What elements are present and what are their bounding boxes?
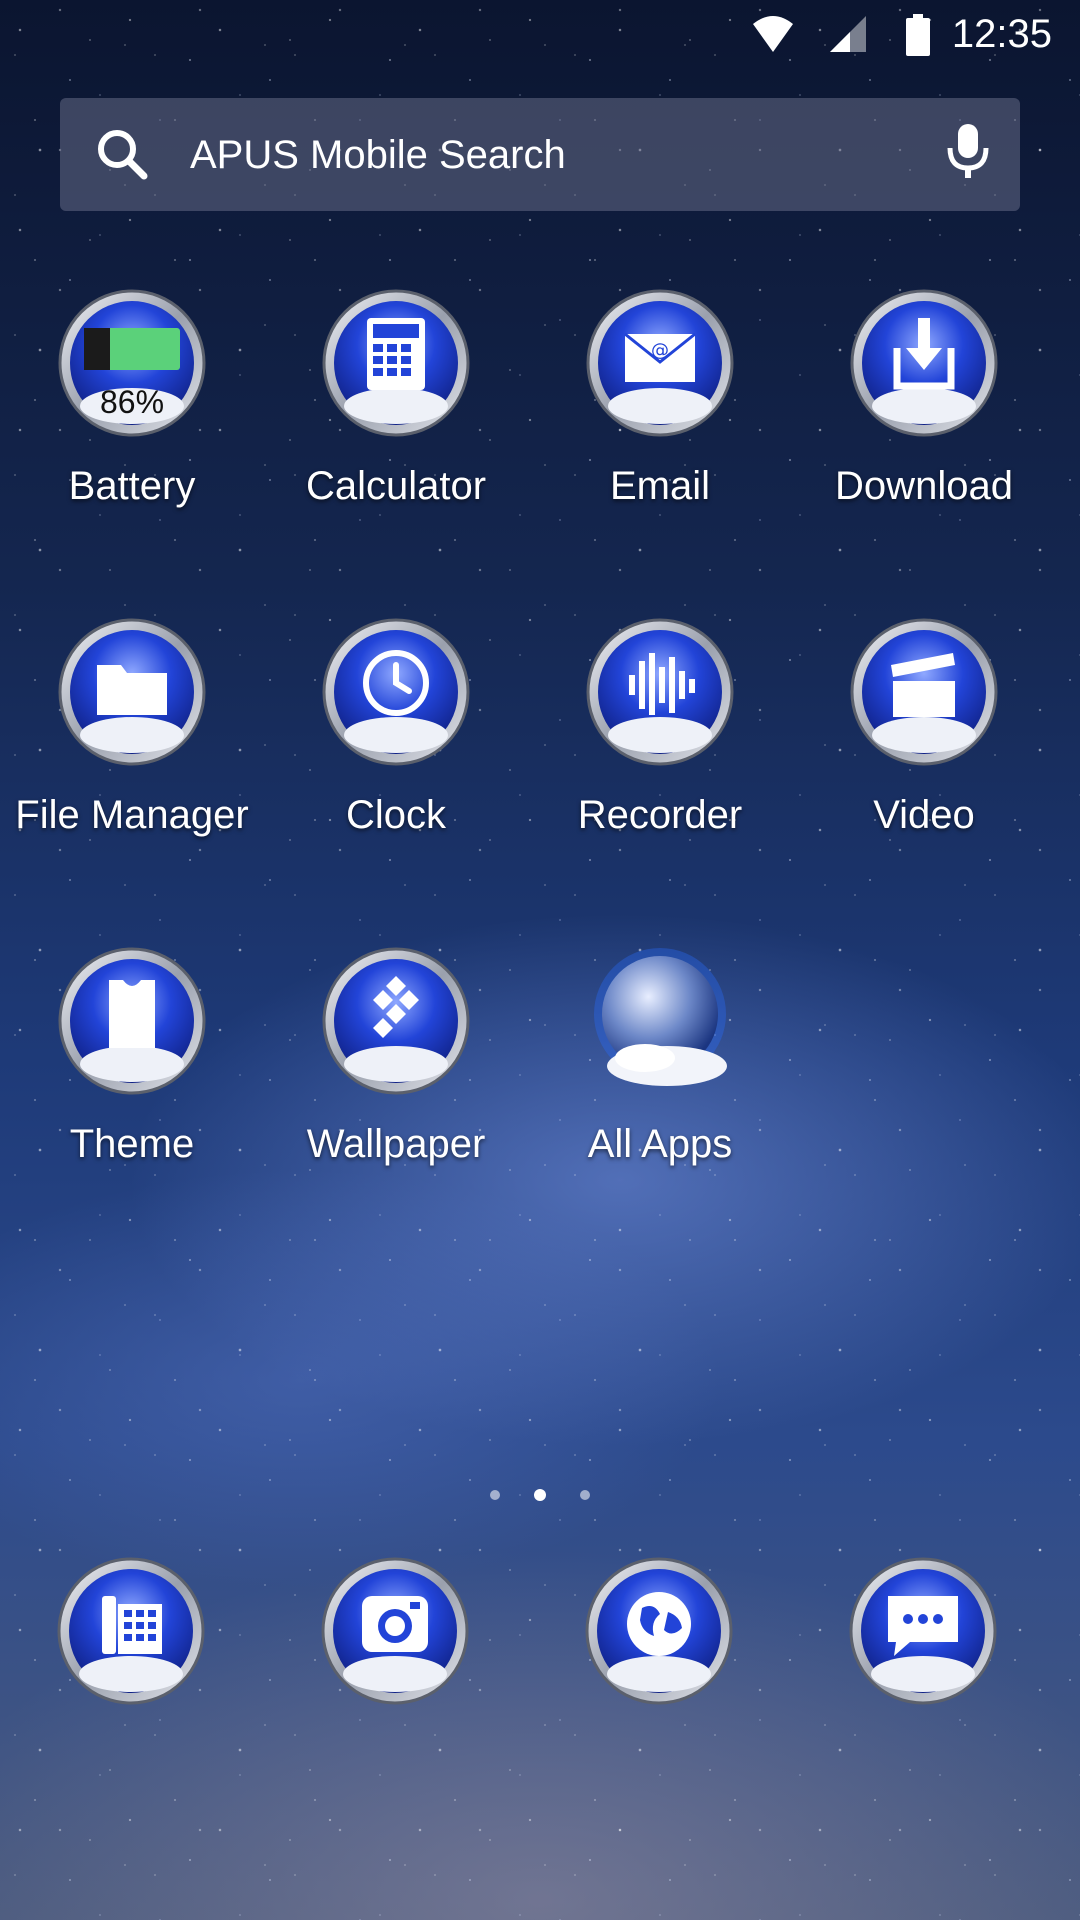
download-icon <box>850 289 998 437</box>
app-recorder[interactable]: Recorder <box>528 617 792 867</box>
app-theme[interactable]: Theme <box>0 946 264 1196</box>
app-label-email: Email <box>609 464 711 508</box>
app-email[interactable]: @ Email <box>528 288 792 538</box>
phone-icon[interactable] <box>56 1556 206 1706</box>
page-indicator-3[interactable] <box>580 1490 590 1500</box>
shirt-icon <box>58 947 206 1095</box>
camera-icon[interactable] <box>320 1556 470 1706</box>
home-screen: 12:35 APUS Mobile Search 86% Battery Cal… <box>0 0 1080 1920</box>
planet-icon <box>594 948 727 1086</box>
wifi-icon <box>753 16 793 52</box>
app-wallpaper[interactable]: Wallpaper <box>264 946 528 1196</box>
app-clock[interactable]: Clock <box>264 617 528 867</box>
app-all-apps[interactable]: All Apps <box>528 946 792 1196</box>
clapperboard-icon <box>850 618 998 766</box>
search-input[interactable]: APUS Mobile Search <box>190 133 566 178</box>
app-label-video: Video <box>873 793 975 837</box>
app-label-clock: Clock <box>345 793 447 837</box>
page-indicator-1[interactable] <box>490 1490 500 1500</box>
globe-icon[interactable] <box>584 1556 734 1706</box>
cell-signal-icon <box>830 16 866 52</box>
status-bar: 12:35 <box>0 0 1080 72</box>
app-label-theme: Theme <box>69 1122 195 1166</box>
app-label-wallpaper: Wallpaper <box>306 1122 486 1166</box>
calculator-icon <box>322 289 470 437</box>
app-label-recorder: Recorder <box>577 793 743 837</box>
app-download[interactable]: Download <box>792 288 1056 538</box>
microphone-icon[interactable] <box>946 124 990 180</box>
message-icon[interactable] <box>848 1556 998 1706</box>
svg-text:@: @ <box>651 340 669 361</box>
app-label-calculator: Calculator <box>305 464 487 508</box>
app-video[interactable]: Video <box>792 617 1056 867</box>
email-icon: @ <box>586 289 734 437</box>
app-label-all-apps: All Apps <box>587 1122 733 1166</box>
app-label-file-manager: File Manager <box>15 793 249 837</box>
app-battery[interactable]: 86% Battery <box>0 288 264 538</box>
app-calculator[interactable]: Calculator <box>264 288 528 538</box>
status-time: 12:35 <box>951 12 1052 56</box>
page-indicator-2[interactable] <box>534 1489 546 1501</box>
clock-icon <box>322 618 470 766</box>
app-file-manager[interactable]: File Manager <box>0 617 264 867</box>
search-icon <box>98 130 148 180</box>
app-label-battery: Battery <box>68 464 196 508</box>
folder-icon <box>58 618 206 766</box>
search-bar[interactable]: APUS Mobile Search <box>60 98 1020 211</box>
soundwave-icon <box>586 618 734 766</box>
battery-icon <box>906 14 930 56</box>
diamond-grid-icon <box>322 947 470 1095</box>
battery-percent: 86% <box>99 384 165 420</box>
app-label-download: Download <box>835 464 1013 508</box>
